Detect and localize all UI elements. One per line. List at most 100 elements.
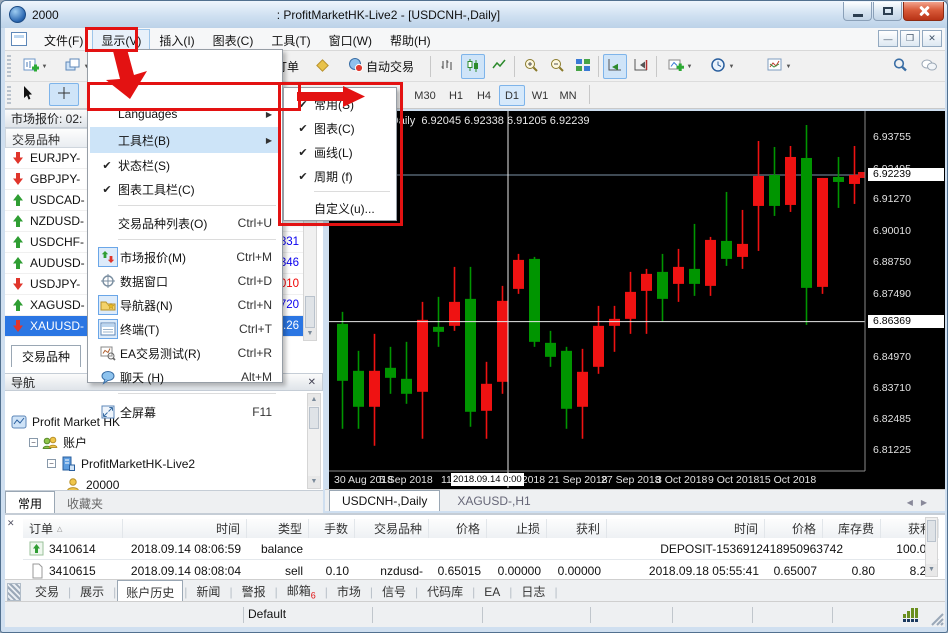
tree-item-accounts[interactable]: −账户 (29, 432, 87, 453)
toolbar-grip[interactable] (7, 86, 11, 104)
view-menu-item-3[interactable]: ✔图表工具栏(C) (90, 177, 280, 201)
dropdown-caret-icon[interactable]: ▼ (729, 64, 735, 70)
view-menu-item-9[interactable]: 导航器(N)Ctrl+N (90, 293, 280, 317)
terminal-tab-0[interactable]: 交易 (27, 580, 67, 603)
view-menu-item-11[interactable]: EA交易测试(R)Ctrl+R (90, 341, 280, 365)
chat-button[interactable] (915, 54, 943, 79)
navigator-scrollbar[interactable]: ▲ ▼ (307, 393, 321, 489)
view-menu-item-1[interactable]: 工具栏(B)▶ (90, 127, 280, 153)
bar-chart-button[interactable] (435, 54, 459, 79)
column-header-3[interactable]: 手数 (309, 519, 355, 538)
terminal-close-icon[interactable]: ✕ (7, 518, 15, 529)
view-menu-item-10[interactable]: 终端(T)Ctrl+T (90, 317, 280, 341)
scrollbar-thumb[interactable] (927, 520, 936, 542)
child-restore-button[interactable]: ❒ (900, 30, 920, 47)
period-h4-button[interactable]: H4 (471, 85, 497, 106)
view-menu-item-2[interactable]: ✔状态栏(S) (90, 153, 280, 177)
scripts-button[interactable] (309, 54, 335, 79)
toolbar-grip[interactable] (7, 55, 11, 77)
terminal-tab-6[interactable]: 市场 (329, 580, 369, 603)
restore-button[interactable] (873, 2, 902, 21)
view-menu-item-5[interactable]: 交易品种列表(O)Ctrl+U (90, 211, 280, 235)
column-header-8[interactable]: 时间 (607, 519, 765, 538)
column-header-9[interactable]: 价格 (765, 519, 823, 538)
menu-item[interactable]: 图表(C) (204, 29, 263, 50)
dropdown-caret-icon[interactable]: ▼ (687, 64, 693, 70)
child-close-button[interactable]: ✕ (922, 30, 942, 47)
status-profile[interactable]: Default (248, 607, 286, 621)
navigator-close-icon[interactable]: ✕ (308, 377, 316, 388)
view-menu-item-0[interactable]: Languages▶ (90, 101, 280, 127)
menu-item[interactable]: 文件(F) (35, 29, 92, 50)
scroll-down-icon[interactable]: ▼ (304, 328, 316, 340)
child-minimize-button[interactable]: — (878, 30, 898, 47)
period-w1-button[interactable]: W1 (527, 85, 553, 106)
search-button[interactable] (887, 54, 913, 79)
tree-expander-icon[interactable]: − (47, 459, 56, 468)
navigator-tab-favorites[interactable]: 收藏夹 (55, 492, 115, 515)
auto-scroll-button[interactable] (603, 54, 627, 79)
terminal-tab-4[interactable]: 警报 (234, 580, 274, 603)
terminal-tab-1[interactable]: 展示 (72, 580, 112, 603)
chart-tab-nav-arrows[interactable]: ◀▶ (907, 498, 935, 507)
column-header-1[interactable]: 时间 (123, 519, 247, 538)
menu-item[interactable]: 工具(T) (262, 29, 319, 50)
column-header-7[interactable]: 获利 (547, 519, 607, 538)
chart-tab-xagusdh1[interactable]: XAGUSD-,H1 (444, 490, 543, 511)
tree-item-server[interactable]: −ProfitMarketHK-Live2 (47, 453, 195, 474)
period-m30-button[interactable]: M30 (409, 85, 441, 106)
period-d1-button[interactable]: D1 (499, 85, 525, 106)
candlestick-chart[interactable] (329, 111, 945, 489)
terminal-tab-9[interactable]: EA (476, 582, 508, 602)
resize-grip[interactable] (928, 610, 944, 626)
chart-tab-usdcnhdaily[interactable]: USDCNH-,Daily (329, 490, 440, 511)
periods-button[interactable]: ▼ (703, 54, 741, 79)
dropdown-caret-icon[interactable]: ▼ (786, 64, 792, 70)
menu-item[interactable]: 帮助(H) (381, 29, 440, 50)
terminal-tab-7[interactable]: 信号 (374, 580, 414, 603)
toolbars-submenu-item-5[interactable]: 自定义(u)... (286, 196, 394, 220)
minimize-button[interactable] (843, 2, 872, 21)
navigator-tab-common[interactable]: 常用 (5, 491, 55, 515)
column-header-2[interactable]: 类型 (247, 519, 309, 538)
new-chart-button[interactable]: ▼ (15, 54, 55, 79)
indicators-button[interactable]: ▼ (661, 54, 699, 79)
column-header-6[interactable]: 止损 (487, 519, 547, 538)
column-header-10[interactable]: 库存费 (823, 519, 881, 538)
menu-view[interactable]: 显示(V) (92, 29, 150, 50)
view-menu-item-12[interactable]: 聊天 (H)Alt+M (90, 365, 280, 389)
view-menu-item-8[interactable]: 数据窗口Ctrl+D (90, 269, 280, 293)
terminal-tab-8[interactable]: 代码库 (419, 580, 471, 603)
candlestick-button[interactable] (461, 54, 485, 79)
toolbars-submenu-item-3[interactable]: ✔周期 (f) (286, 164, 394, 188)
close-button[interactable] (903, 2, 944, 21)
cursor-button[interactable] (13, 83, 41, 106)
column-header-5[interactable]: 价格 (429, 519, 487, 538)
view-menu-item-7[interactable]: 市场报价(M)Ctrl+M (90, 245, 280, 269)
terminal-tab-10[interactable]: 日志 (513, 580, 553, 603)
zoom-in-button[interactable] (519, 54, 543, 79)
view-menu-item-14[interactable]: 全屏幕F11 (90, 399, 280, 425)
terminal-grip-icon[interactable] (7, 583, 21, 601)
column-header-4[interactable]: 交易品种 (355, 519, 429, 538)
templates-button[interactable]: ▼ (757, 54, 801, 79)
dropdown-caret-icon[interactable]: ▼ (42, 64, 48, 70)
menu-item[interactable]: 插入(I) (150, 29, 203, 50)
tree-expander-icon[interactable]: − (29, 438, 38, 447)
scroll-down-icon[interactable]: ▼ (926, 564, 937, 576)
market-watch-tab-symbols[interactable]: 交易品种 (11, 345, 81, 367)
zoom-out-button[interactable] (545, 54, 569, 79)
crosshair-button[interactable] (49, 83, 79, 106)
period-mn-button[interactable]: MN (555, 85, 581, 106)
chart-shift-button[interactable] (629, 54, 653, 79)
scroll-up-icon[interactable]: ▲ (308, 394, 320, 406)
toolbars-submenu-item-0[interactable]: ✔常用(S) (286, 92, 394, 116)
column-header-0[interactable]: 订单△ (23, 519, 123, 538)
toolbars-submenu-item-1[interactable]: ✔图表(C) (286, 116, 394, 140)
period-h1-button[interactable]: H1 (443, 85, 469, 106)
terminal-tab-2[interactable]: 账户历史 (117, 580, 183, 604)
menu-item[interactable]: 窗口(W) (320, 29, 381, 50)
scrollbar-thumb[interactable] (309, 407, 319, 429)
terminal-scrollbar[interactable]: ▼ (925, 517, 938, 577)
toolbars-submenu-item-2[interactable]: ✔画线(L) (286, 140, 394, 164)
